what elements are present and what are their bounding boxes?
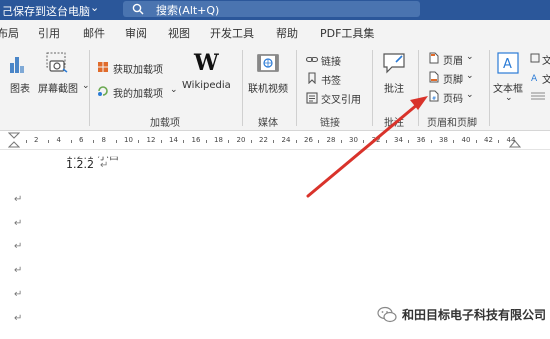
watermark-text: 和田目标电子科技有限公司 xyxy=(401,308,546,322)
wechat-icon xyxy=(377,306,397,322)
annotation-arrow xyxy=(306,96,428,198)
watermark: 和田目标电子科技有限公司 xyxy=(377,304,546,324)
